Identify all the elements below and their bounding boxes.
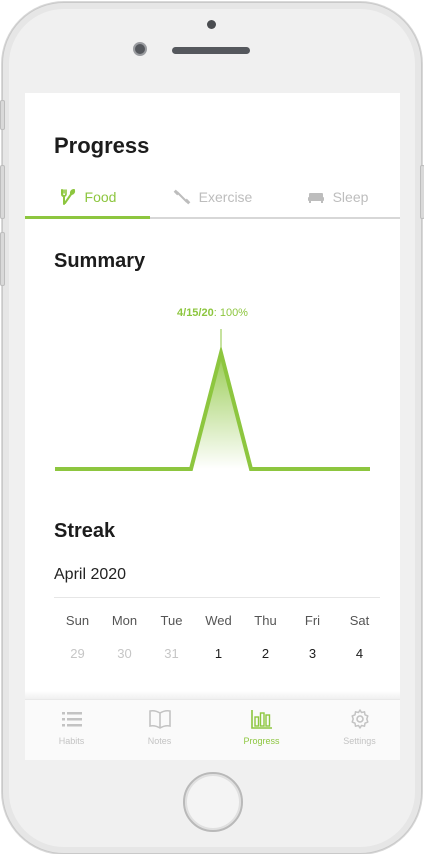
weekday-label: Fri [304,613,321,628]
weekday-label: Sat [349,613,370,628]
home-button[interactable] [183,772,243,832]
volume-down-button [0,232,5,286]
calendar-day[interactable]: 30 [101,646,148,661]
fork-spoon-icon [60,189,75,205]
weekday-label: Thu [254,613,277,628]
mute-switch [0,100,5,130]
power-button [420,165,424,219]
calendar-day[interactable]: 1 [195,646,242,661]
chart-plot [55,329,370,471]
earpiece-speaker [172,47,250,54]
tabbar-item-notes[interactable]: Notes [113,708,206,746]
tab-food-label: Food [84,189,117,205]
page-title: Progress [54,133,150,158]
calendar-day[interactable]: 2 [242,646,289,661]
tabbar-item-progress[interactable]: Progress [215,708,308,746]
streak-title: Streak [54,520,116,542]
tab-exercise[interactable]: Exercise [150,177,275,217]
weekday-label: Wed [205,613,232,628]
tabbar-label-progress: Progress [243,736,280,746]
volume-up-button [0,165,5,219]
month-divider [54,597,380,598]
tabbar-label-settings: Settings [343,736,376,746]
sensor-dot [207,20,216,29]
weekday-label: Mon [111,613,138,628]
tabbar-item-habits[interactable]: Habits [25,708,118,746]
chart-area [55,353,370,469]
summary-chart: 4/15/20: 100% [25,303,400,483]
calendar-month: April 2020 [54,566,127,583]
tabbar-label-notes: Notes [147,736,172,746]
tab-sleep-label: Sleep [332,189,369,205]
list-icon [61,712,82,727]
weekday-label: Tue [160,613,183,628]
weekday-header: Sun Mon Tue Wed Thu Fri Sat [54,613,383,635]
summary-title: Summary [54,250,146,272]
dumbbell-icon [173,189,190,205]
tab-sleep[interactable]: Sleep [275,177,400,217]
tab-food[interactable]: Food [25,177,150,219]
tab-exercise-label: Exercise [198,189,253,205]
tabbar-shadow [25,691,400,699]
calendar-day[interactable]: 29 [54,646,101,661]
progress-tabs: Food Exercise Sleep [25,177,400,219]
tabbar-item-settings[interactable]: Settings [313,708,400,746]
app-screen: Progress Food Exercise Sleep Summary 4/1… [25,93,400,760]
calendar-day[interactable]: 31 [148,646,195,661]
streak-calendar: Sun Mon Tue Wed Thu Fri Sat 29 30 31 1 2… [54,613,383,661]
bar-chart-icon [250,710,272,729]
tabbar-label-habits: Habits [58,736,85,746]
calendar-day[interactable]: 4 [336,646,383,661]
weekday-label: Sun [65,613,90,628]
calendar-day[interactable]: 3 [289,646,336,661]
bottom-tab-bar: Habits Notes Progress Settings [25,699,400,760]
week-row: 29 30 31 1 2 3 4 [54,646,383,661]
gear-icon [350,709,369,729]
front-camera [133,42,147,56]
book-icon [148,709,171,729]
bed-icon [307,193,324,203]
